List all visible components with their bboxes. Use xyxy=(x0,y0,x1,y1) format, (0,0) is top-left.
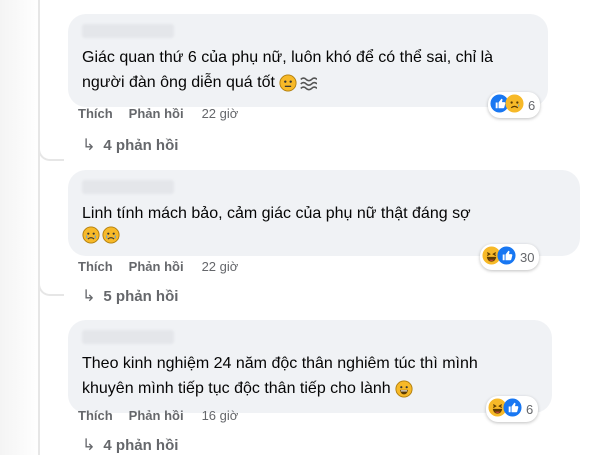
reply-action[interactable]: Phản hồi xyxy=(129,106,184,121)
thread-connector xyxy=(38,145,64,161)
like-reaction-icon xyxy=(497,246,516,268)
author-name-blurred[interactable] xyxy=(82,330,174,344)
author-name-blurred[interactable] xyxy=(82,24,174,38)
reply-arrow-icon: ↳ xyxy=(82,437,96,454)
wave-emoji xyxy=(300,77,317,91)
comment-text: Linh tính mách bảo, cảm giác của phụ nữ … xyxy=(82,205,471,222)
comment-text: Theo kinh nghiệm 24 năm độc thân nghiêm … xyxy=(82,355,478,398)
replies-count-label: 4 phản hồi xyxy=(103,436,179,454)
timestamp[interactable]: 22 giờ xyxy=(202,106,239,121)
crying-face-emoji xyxy=(102,226,120,244)
reaction-count: 30 xyxy=(520,249,535,265)
left-rail xyxy=(0,0,40,455)
like-action[interactable]: Thích xyxy=(78,408,113,423)
view-replies-link[interactable]: ↳ 4 phản hồi xyxy=(82,135,178,155)
sad-reaction-icon xyxy=(505,94,524,116)
like-reaction-icon xyxy=(503,398,522,420)
comment-bubble: Giác quan thứ 6 của phụ nữ, luôn khó để … xyxy=(68,14,548,107)
grinning-face-emoji xyxy=(395,380,413,398)
reaction-count: 6 xyxy=(528,97,536,113)
reaction-count: 6 xyxy=(526,401,534,417)
timestamp[interactable]: 16 giờ xyxy=(202,408,239,423)
reaction-summary[interactable]: 6 xyxy=(488,92,541,118)
crying-face-emoji xyxy=(82,226,100,244)
view-replies-link[interactable]: ↳ 5 phản hồi xyxy=(82,286,178,306)
like-action[interactable]: Thích xyxy=(78,106,113,121)
author-name-blurred[interactable] xyxy=(82,180,174,194)
comment-bubble: Theo kinh nghiệm 24 năm độc thân nghiêm … xyxy=(68,320,552,413)
thread-connector xyxy=(38,280,64,296)
comment-actions: Thích Phản hồi 22 giờ xyxy=(78,259,238,274)
reaction-summary[interactable]: 6 xyxy=(486,396,539,422)
comment-actions: Thích Phản hồi 16 giờ xyxy=(78,408,238,423)
comment-text: Giác quan thứ 6 của phụ nữ, luôn khó để … xyxy=(82,49,494,92)
comment-emojis xyxy=(82,226,120,244)
like-action[interactable]: Thích xyxy=(78,259,113,274)
neutral-face-emoji xyxy=(279,74,297,92)
comment-actions: Thích Phản hồi 22 giờ xyxy=(78,106,238,121)
reply-arrow-icon: ↳ xyxy=(82,288,96,305)
reply-arrow-icon: ↳ xyxy=(82,137,96,154)
replies-count-label: 4 phản hồi xyxy=(103,136,179,154)
reaction-summary[interactable]: 30 xyxy=(480,244,540,270)
reply-action[interactable]: Phản hồi xyxy=(129,408,184,423)
comment-3: Theo kinh nghiệm 24 năm độc thân nghiêm … xyxy=(68,320,552,413)
thread-line xyxy=(38,0,40,455)
comment-1: Giác quan thứ 6 của phụ nữ, luôn khó để … xyxy=(68,14,548,107)
replies-count-label: 5 phản hồi xyxy=(103,287,179,305)
timestamp[interactable]: 22 giờ xyxy=(202,259,239,274)
view-replies-link[interactable]: ↳ 4 phản hồi xyxy=(82,435,178,455)
reply-action[interactable]: Phản hồi xyxy=(129,259,184,274)
